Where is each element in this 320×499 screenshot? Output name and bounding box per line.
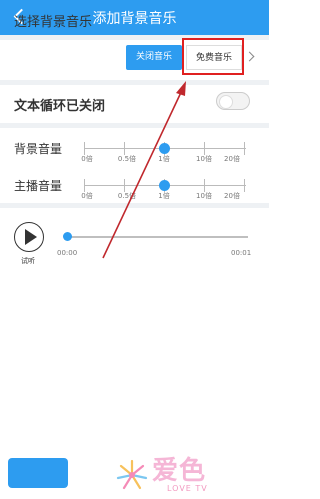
watermark-text: 爱色: [152, 456, 207, 486]
bottom-action-button[interactable]: [8, 458, 68, 488]
annotation-arrow: [102, 81, 186, 259]
watermark-subtext: LOVE TV: [167, 484, 208, 493]
watermark-logo-icon: [116, 459, 148, 490]
